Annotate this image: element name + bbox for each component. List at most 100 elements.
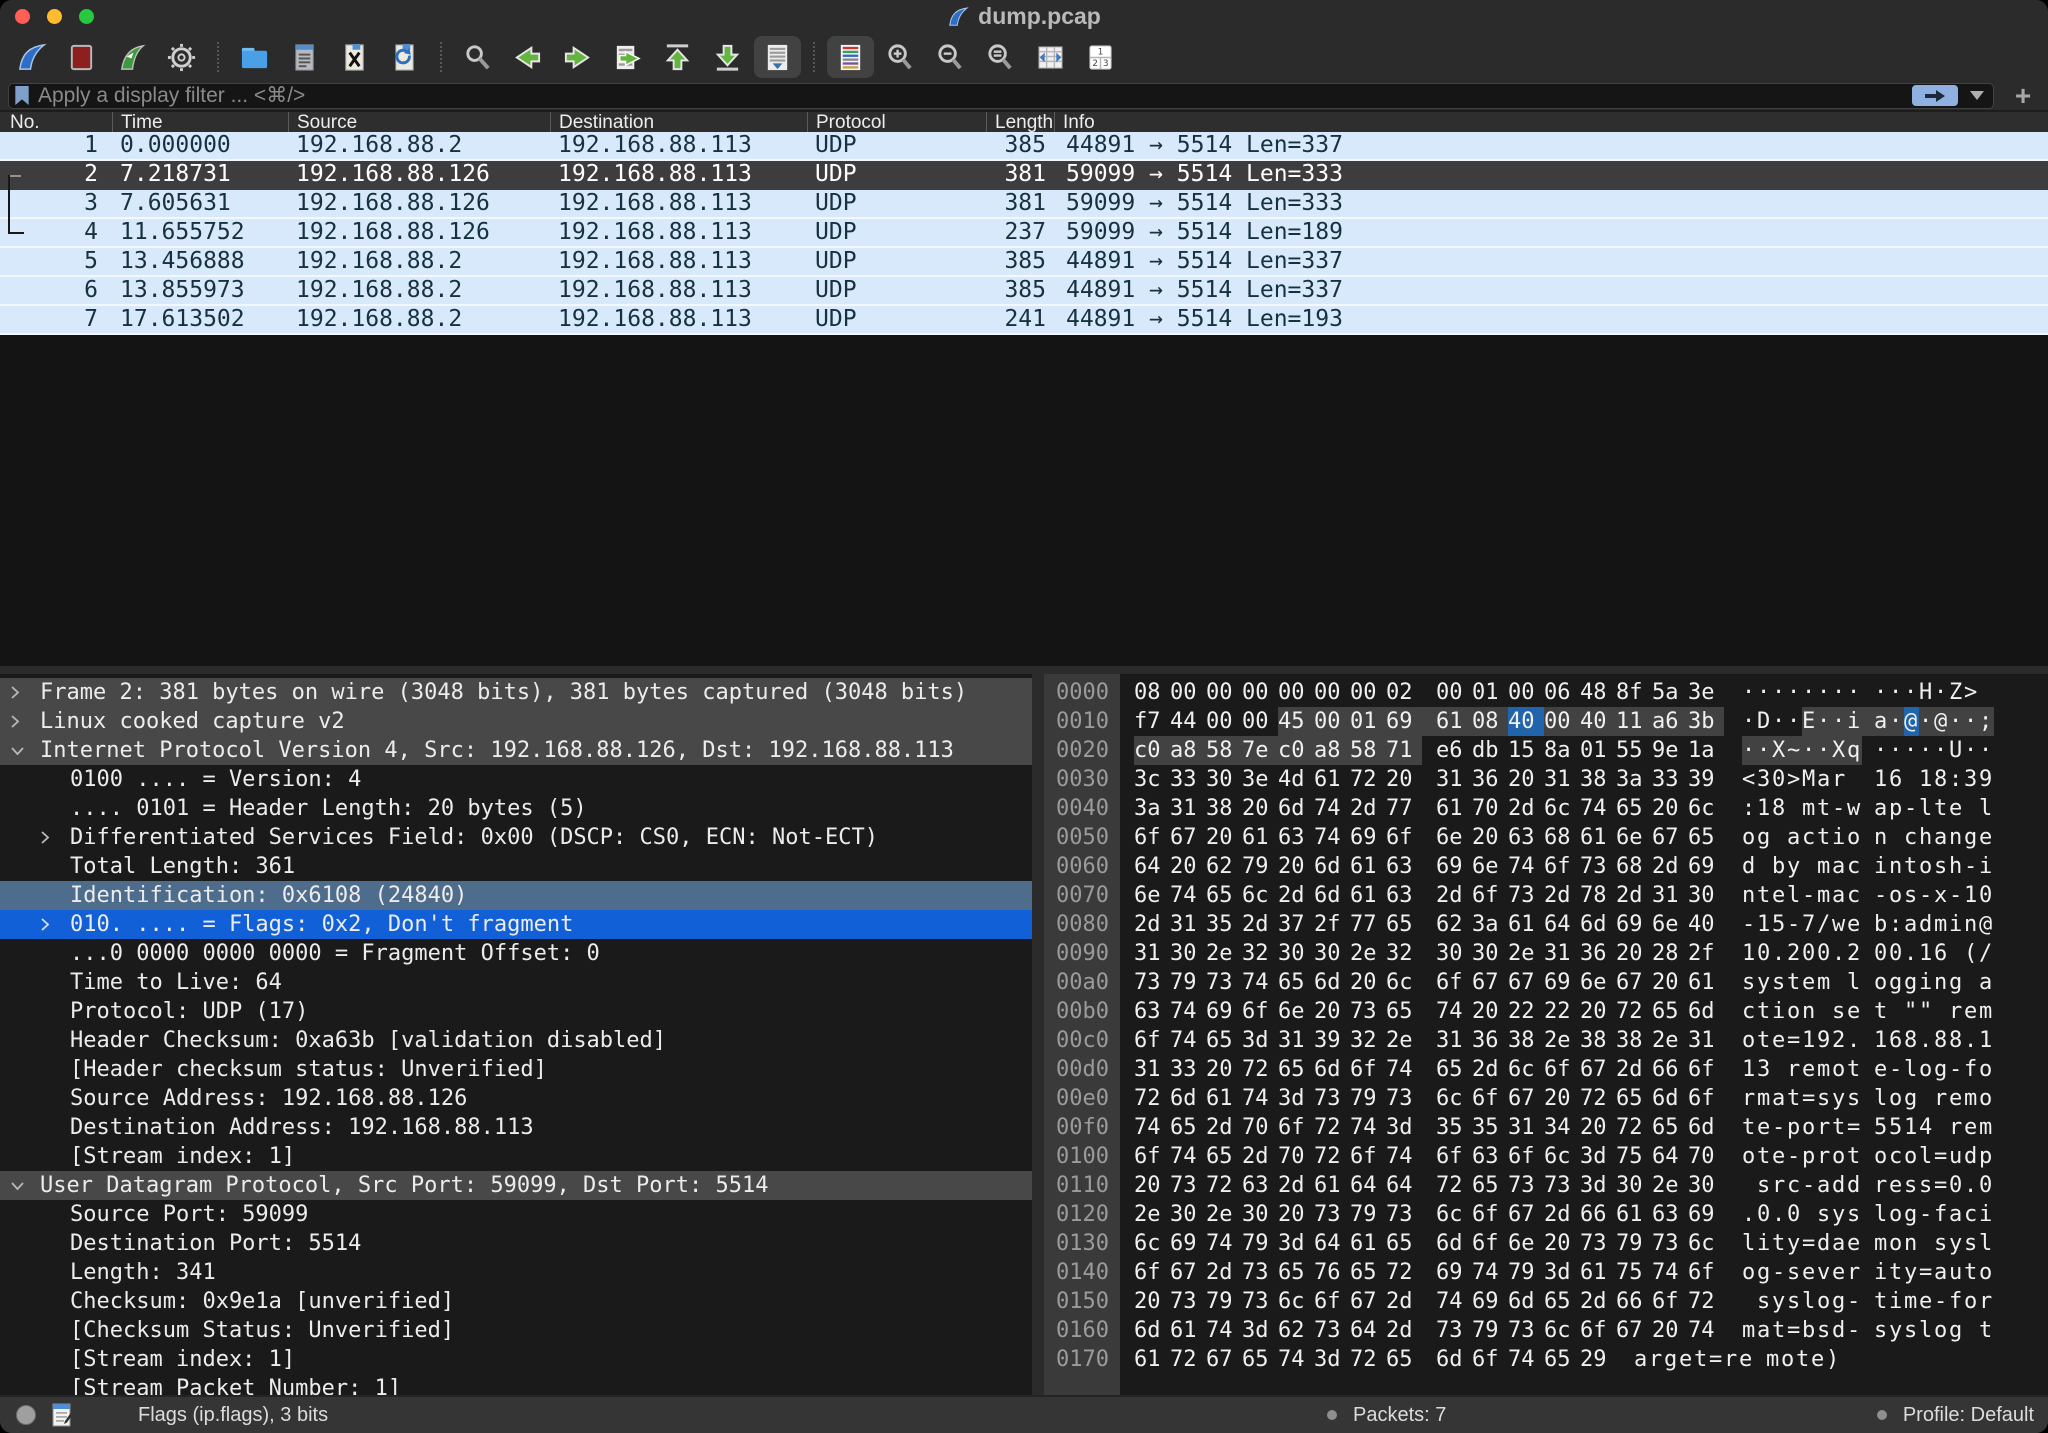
go-back-button[interactable] bbox=[504, 36, 551, 78]
minimize-button[interactable] bbox=[47, 9, 62, 24]
zoom-reset-button[interactable] bbox=[977, 36, 1024, 78]
hex-row[interactable]: 017061726765743d72656d6f746529arget=remo… bbox=[1044, 1345, 2048, 1374]
zoom-out-button[interactable] bbox=[927, 36, 974, 78]
chevron-expanded-icon[interactable] bbox=[10, 1181, 40, 1191]
hex-row[interactable]: 00506f6720616374696f6e206368616e6765og a… bbox=[1044, 823, 2048, 852]
detail-row[interactable]: [Checksum Status: Unverified] bbox=[0, 1316, 1032, 1345]
packet-row[interactable]: 27.218731192.168.88.126192.168.88.113UDP… bbox=[0, 161, 2048, 190]
close-button[interactable] bbox=[15, 9, 30, 24]
hex-row[interactable]: 00a073797374656d206c6f6767696e672061syst… bbox=[1044, 968, 2048, 997]
restart-capture-button[interactable] bbox=[108, 36, 155, 78]
capture-comment-icon[interactable] bbox=[52, 1403, 74, 1427]
column-header-info[interactable]: Info bbox=[1054, 112, 2048, 132]
packet-row[interactable]: 411.655752192.168.88.126192.168.88.113UD… bbox=[0, 219, 2048, 248]
hex-row[interactable]: 0020c0a8587ec0a85871e6db158a01559e1a··X~… bbox=[1044, 736, 2048, 765]
hex-row[interactable]: 00c06f74653d3139322e3136382e38382e31ote=… bbox=[1044, 1026, 2048, 1055]
close-file-button[interactable] bbox=[331, 36, 378, 78]
hex-row[interactable]: 00e0726d61743d7379736c6f672072656d6frmat… bbox=[1044, 1084, 2048, 1113]
detail-row[interactable]: Length: 341 bbox=[0, 1258, 1032, 1287]
detail-row[interactable]: Time to Live: 64 bbox=[0, 968, 1032, 997]
capture-options-button[interactable] bbox=[158, 36, 205, 78]
stop-capture-button[interactable] bbox=[58, 36, 105, 78]
detail-row[interactable]: Internet Protocol Version 4, Src: 192.16… bbox=[0, 736, 1032, 765]
filter-add-button[interactable]: + bbox=[2006, 83, 2040, 109]
hex-row[interactable]: 01202e302e30207379736c6f672d66616369.0.0… bbox=[1044, 1200, 2048, 1229]
chevron-collapsed-icon[interactable] bbox=[10, 685, 40, 700]
hex-row[interactable]: 01306c6974793d6461656d6f6e207379736clity… bbox=[1044, 1229, 2048, 1258]
filter-dropdown-caret[interactable] bbox=[1970, 91, 1984, 100]
find-packet-button[interactable] bbox=[454, 36, 501, 78]
hex-row[interactable]: 00f074652d706f72743d353531342072656dte-p… bbox=[1044, 1113, 2048, 1142]
chevron-collapsed-icon[interactable] bbox=[10, 714, 40, 729]
column-header-destination[interactable]: Destination bbox=[550, 112, 807, 132]
packet-row[interactable]: 513.456888192.168.88.2192.168.88.113UDP3… bbox=[0, 248, 2048, 277]
detail-row[interactable]: Source Port: 59099 bbox=[0, 1200, 1032, 1229]
filter-bookmark-icon[interactable] bbox=[14, 85, 30, 106]
zoom-in-button[interactable] bbox=[877, 36, 924, 78]
hex-row[interactable]: 00706e74656c2d6d61632d6f732d782d3130ntel… bbox=[1044, 881, 2048, 910]
column-header-length[interactable]: Length bbox=[986, 112, 1054, 132]
detail-row[interactable]: [Stream Packet Number: 1] bbox=[0, 1374, 1032, 1395]
hex-row[interactable]: 01606d61743d6273642d7379736c6f672074mat=… bbox=[1044, 1316, 2048, 1345]
detail-row[interactable]: Checksum: 0x9e1a [unverified] bbox=[0, 1287, 1032, 1316]
colorize-packets-button[interactable] bbox=[827, 36, 874, 78]
go-to-bottom-button[interactable] bbox=[704, 36, 751, 78]
filter-apply-button[interactable] bbox=[1912, 85, 1958, 106]
hex-row[interactable]: 0110207372632d616464726573733d302e30 src… bbox=[1044, 1171, 2048, 1200]
detail-row[interactable]: Frame 2: 381 bytes on wire (3048 bits), … bbox=[0, 678, 1032, 707]
reload-file-button[interactable] bbox=[381, 36, 428, 78]
detail-row[interactable]: Header Checksum: 0xa63b [validation disa… bbox=[0, 1026, 1032, 1055]
hex-row[interactable]: 006064206279206d6163696e746f73682d69d by… bbox=[1044, 852, 2048, 881]
column-header-no[interactable]: No. bbox=[0, 112, 112, 132]
detail-row[interactable]: Source Address: 192.168.88.126 bbox=[0, 1084, 1032, 1113]
hex-row[interactable]: 01406f672d73657665726974793d6175746fog-s… bbox=[1044, 1258, 2048, 1287]
horizontal-splitter[interactable] bbox=[0, 666, 2048, 674]
wireshark-button[interactable] bbox=[8, 36, 55, 78]
hex-row[interactable]: 00b06374696f6e207365742022222072656dctio… bbox=[1044, 997, 2048, 1026]
zoom-button[interactable] bbox=[79, 9, 94, 24]
detail-row[interactable]: [Header checksum status: Unverified] bbox=[0, 1055, 1032, 1084]
vertical-splitter[interactable] bbox=[1032, 674, 1044, 1395]
go-forward-button[interactable] bbox=[554, 36, 601, 78]
expert-info-icon[interactable] bbox=[16, 1405, 36, 1425]
detail-row[interactable]: Protocol: UDP (17) bbox=[0, 997, 1032, 1026]
hex-row[interactable]: 00802d31352d372f7765623a61646d696e40-15-… bbox=[1044, 910, 2048, 939]
column-header-time[interactable]: Time bbox=[112, 112, 288, 132]
auto-scroll-button[interactable] bbox=[754, 36, 801, 78]
detail-row[interactable]: [Stream index: 1] bbox=[0, 1345, 1032, 1374]
packet-row[interactable]: 717.613502192.168.88.2192.168.88.113UDP2… bbox=[0, 306, 2048, 335]
layout-123-button[interactable]: 123 bbox=[1077, 36, 1124, 78]
detail-row[interactable]: Destination Port: 5514 bbox=[0, 1229, 1032, 1258]
packet-row[interactable]: 37.605631192.168.88.126192.168.88.113UDP… bbox=[0, 190, 2048, 219]
detail-row[interactable]: Differentiated Services Field: 0x00 (DSC… bbox=[0, 823, 1032, 852]
packet-row[interactable]: 613.855973192.168.88.2192.168.88.113UDP3… bbox=[0, 277, 2048, 306]
packet-row[interactable]: 10.000000192.168.88.2192.168.88.113UDP38… bbox=[0, 132, 2048, 161]
hex-row[interactable]: 00d031332072656d6f74652d6c6f672d666f13 r… bbox=[1044, 1055, 2048, 1084]
detail-row[interactable]: Destination Address: 192.168.88.113 bbox=[0, 1113, 1032, 1142]
column-header-source[interactable]: Source bbox=[288, 112, 550, 132]
hex-row[interactable]: 0150207379736c6f672d74696d652d666f72 sys… bbox=[1044, 1287, 2048, 1316]
hex-row[interactable]: 0000080000000000000200010006488f5a3e····… bbox=[1044, 678, 2048, 707]
open-file-button[interactable] bbox=[231, 36, 278, 78]
detail-row[interactable]: 0100 .... = Version: 4 bbox=[0, 765, 1032, 794]
go-to-packet-button[interactable] bbox=[604, 36, 651, 78]
chevron-collapsed-icon[interactable] bbox=[40, 917, 70, 932]
column-header-protocol[interactable]: Protocol bbox=[807, 112, 986, 132]
hex-row[interactable]: 01006f74652d70726f746f636f6c3d756470ote-… bbox=[1044, 1142, 2048, 1171]
status-profile[interactable]: Profile: Default bbox=[1877, 1404, 2034, 1427]
chevron-expanded-icon[interactable] bbox=[10, 746, 40, 756]
detail-row[interactable]: User Datagram Protocol, Src Port: 59099,… bbox=[0, 1171, 1032, 1200]
hex-row[interactable]: 0010f744000045000169610840004011a63b·D··… bbox=[1044, 707, 2048, 736]
hex-row[interactable]: 009031302e3230302e3230302e313620282f10.2… bbox=[1044, 939, 2048, 968]
detail-row[interactable]: 010. .... = Flags: 0x2, Don't fragment bbox=[0, 910, 1032, 939]
hex-row[interactable]: 00403a3138206d742d7761702d6c7465206c:18 … bbox=[1044, 794, 2048, 823]
detail-row[interactable]: Linux cooked capture v2 bbox=[0, 707, 1032, 736]
detail-row[interactable]: Total Length: 361 bbox=[0, 852, 1032, 881]
chevron-collapsed-icon[interactable] bbox=[40, 830, 70, 845]
detail-row[interactable]: Identification: 0x6108 (24840) bbox=[0, 881, 1032, 910]
go-to-top-button[interactable] bbox=[654, 36, 701, 78]
detail-row[interactable]: [Stream index: 1] bbox=[0, 1142, 1032, 1171]
detail-row[interactable]: ...0 0000 0000 0000 = Fragment Offset: 0 bbox=[0, 939, 1032, 968]
resize-columns-button[interactable] bbox=[1027, 36, 1074, 78]
display-filter-input[interactable] bbox=[38, 84, 1904, 108]
